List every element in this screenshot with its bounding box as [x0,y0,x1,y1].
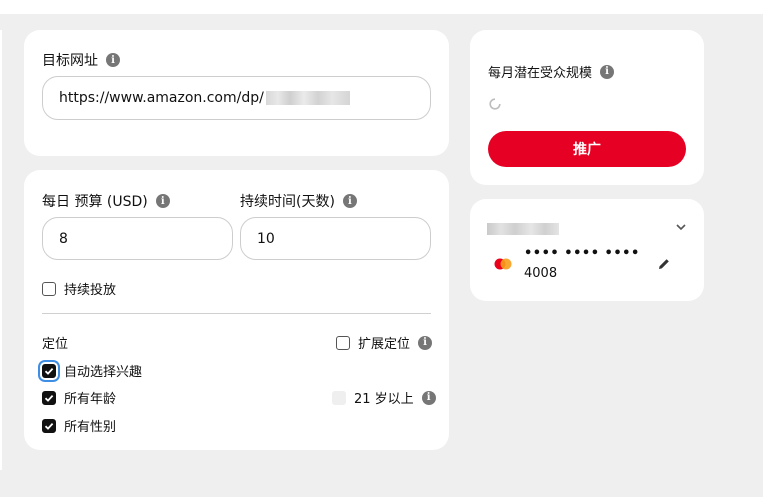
daily-budget-label: 每日 预算 (USD) [42,194,148,210]
checkmark-icon [44,367,54,375]
divider [42,313,431,314]
duration-input[interactable]: 10 [240,217,431,260]
pencil-icon[interactable] [657,257,671,271]
target-url-label-row: 目标网址 i [42,50,120,70]
targeting-title-row: 定位 [42,333,68,352]
daily-budget-value: 8 [59,230,68,247]
age-21-label: 21 岁以上 [354,392,414,407]
info-icon[interactable]: i [342,194,357,208]
target-url-label: 目标网址 [42,53,98,69]
redacted-account-name [487,223,559,235]
expand-targeting-checkbox[interactable] [336,335,350,350]
spinner-icon [489,98,501,110]
all-ages-checkbox[interactable] [42,390,56,405]
audience-label: 每月潜在受众规模 [488,66,593,81]
promote-button[interactable]: 推广 [488,131,686,167]
continuous-row: 持续投放 [42,279,116,298]
checkmark-icon [44,422,54,430]
card-mask: •••• •••• •••• [524,246,640,261]
daily-budget-label-row: 每日 预算 (USD) i [42,191,170,211]
info-icon[interactable]: i [600,64,615,79]
budget-targeting-card [24,170,449,450]
checkmark-icon [44,394,54,402]
auto-interest-label: 自动选择兴趣 [64,365,143,380]
age-21-row: 21 岁以上 i [332,388,436,407]
info-icon[interactable]: i [421,390,436,405]
duration-label-row: 持续时间(天数) i [240,191,357,211]
all-genders-checkbox[interactable] [42,418,56,433]
redacted-url-part [265,91,350,105]
expand-targeting-label: 扩展定位 [358,337,411,352]
info-icon[interactable]: i [106,53,120,67]
daily-budget-input[interactable]: 8 [42,217,233,260]
top-bar [0,0,763,14]
all-ages-label: 所有年龄 [64,392,117,407]
targeting-option-all-ages: 所有年龄 [42,388,116,407]
left-panel-edge [0,30,2,470]
duration-label: 持续时间(天数) [240,194,335,210]
auto-interest-checkbox[interactable] [42,363,56,378]
target-url-value: https://www.amazon.com/dp/ [59,90,264,106]
duration-value: 10 [257,230,275,247]
targeting-title: 定位 [42,337,69,352]
targeting-option-all-genders: 所有性别 [42,416,116,435]
chevron-down-icon[interactable] [675,222,687,232]
mastercard-icon [494,258,512,270]
info-icon[interactable]: i [155,194,170,208]
targeting-option-auto-interest: 自动选择兴趣 [42,361,142,380]
age-21-checkbox[interactable] [332,390,346,405]
info-icon[interactable]: i [418,335,433,350]
audience-label-row: 每月潜在受众规模 i [488,62,615,81]
target-url-input[interactable]: https://www.amazon.com/dp/ [42,76,431,120]
all-genders-label: 所有性别 [64,420,117,435]
continuous-checkbox[interactable] [42,281,56,296]
card-last4: 4008 [524,266,558,281]
expand-targeting-row: 扩展定位 i [336,333,433,352]
continuous-label: 持续投放 [64,283,117,298]
